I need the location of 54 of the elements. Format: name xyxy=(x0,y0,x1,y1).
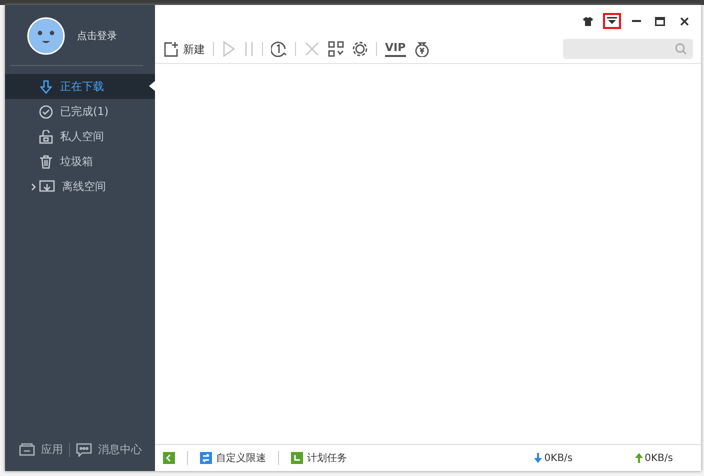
upload-arrow-icon xyxy=(634,453,643,463)
minimize-icon xyxy=(632,20,640,22)
nav-label: 离线空间 xyxy=(62,179,106,194)
search-field[interactable] xyxy=(563,39,693,59)
footer-link[interactable]: 消息中心 xyxy=(98,442,142,457)
upload-speed: 0KB/s xyxy=(644,452,673,464)
nav-label: 私人空间 xyxy=(60,129,104,144)
vip-button[interactable]: VIP xyxy=(385,41,406,57)
new-file-icon xyxy=(163,41,179,57)
trash-icon xyxy=(39,154,53,168)
delete-icon xyxy=(304,41,320,57)
footer-link[interactable]: 应用 xyxy=(41,442,63,457)
avatar-icon xyxy=(27,17,65,55)
search-icon xyxy=(675,43,687,55)
back-button[interactable] xyxy=(163,452,175,464)
nav-item[interactable]: 已完成(1) xyxy=(5,99,155,124)
gear-icon xyxy=(352,41,368,57)
schedule-button[interactable]: 计划任务 xyxy=(291,451,347,465)
money-button[interactable] xyxy=(414,41,430,57)
download-speed: 0KB/s xyxy=(544,452,573,464)
chevron-icon[interactable] xyxy=(31,183,36,191)
menu-button[interactable] xyxy=(603,13,621,29)
maximize-icon xyxy=(655,16,665,26)
nav-item[interactable]: 离线空间 xyxy=(5,174,155,199)
monitor-download-icon xyxy=(39,180,55,194)
nav-item[interactable]: 垃圾箱 xyxy=(5,149,155,174)
login-link[interactable]: 点击登录 xyxy=(77,29,117,43)
nav-label: 已完成(1) xyxy=(60,104,109,119)
chevron-left-icon xyxy=(163,452,175,464)
settings-button[interactable] xyxy=(352,41,368,57)
shirt-icon xyxy=(583,16,593,26)
nav-item[interactable]: 正在下载 xyxy=(5,74,155,99)
one-button[interactable] xyxy=(271,41,287,57)
pause-icon xyxy=(244,41,254,57)
lock-icon xyxy=(39,130,53,144)
grid-button[interactable] xyxy=(328,41,344,57)
nav-label: 垃圾箱 xyxy=(60,154,93,169)
money-bag-icon xyxy=(414,41,430,57)
arrows-icon xyxy=(200,452,212,464)
circled-one-icon xyxy=(271,41,287,57)
download-arrow-icon xyxy=(534,453,542,463)
speed-limit-button[interactable]: 自定义限速 xyxy=(200,451,266,465)
chat-bubble-icon xyxy=(76,442,92,456)
grid-icon xyxy=(328,41,344,57)
clock-icon xyxy=(291,452,303,464)
nav-item[interactable]: 私人空间 xyxy=(5,124,155,149)
check-circle-icon xyxy=(39,104,53,118)
play-icon xyxy=(222,41,236,57)
download-icon xyxy=(39,80,53,94)
close-icon xyxy=(680,16,688,26)
box-icon xyxy=(19,442,35,456)
new-button[interactable]: 新建 xyxy=(163,41,205,57)
dropdown-menu-icon xyxy=(607,17,617,25)
nav-label: 正在下载 xyxy=(60,79,104,94)
